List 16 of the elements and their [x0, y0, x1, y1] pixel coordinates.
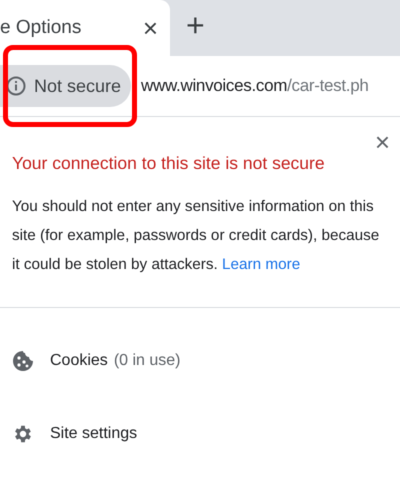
- warning-title: Your connection to this site is not secure: [12, 153, 326, 174]
- url-path: /car-test.ph: [287, 76, 369, 96]
- new-tab-button[interactable]: +: [186, 9, 205, 41]
- warning-message: You should not enter any sensitive information on this site (for example, passwords or credit cards), because it could be stolen by attackers. Learn more: [12, 197, 380, 275]
- close-button[interactable]: ×: [374, 129, 390, 155]
- url-host: www.winvoices.com: [141, 76, 288, 96]
- security-chip[interactable]: Not secure: [0, 65, 132, 107]
- usage-count: (0 in use): [114, 352, 181, 370]
- tab-title: e Options: [0, 17, 82, 39]
- menu-item-label[interactable]: Cookies: [50, 352, 108, 370]
- cookie-icon: [12, 350, 34, 372]
- info-icon: [6, 76, 26, 96]
- browser-tab[interactable]: e Options ×: [0, 0, 170, 56]
- learn-more-link[interactable]: Learn more: [222, 256, 300, 273]
- close-tab-button[interactable]: ×: [142, 15, 158, 41]
- menu-item-label[interactable]: Site settings: [50, 424, 138, 442]
